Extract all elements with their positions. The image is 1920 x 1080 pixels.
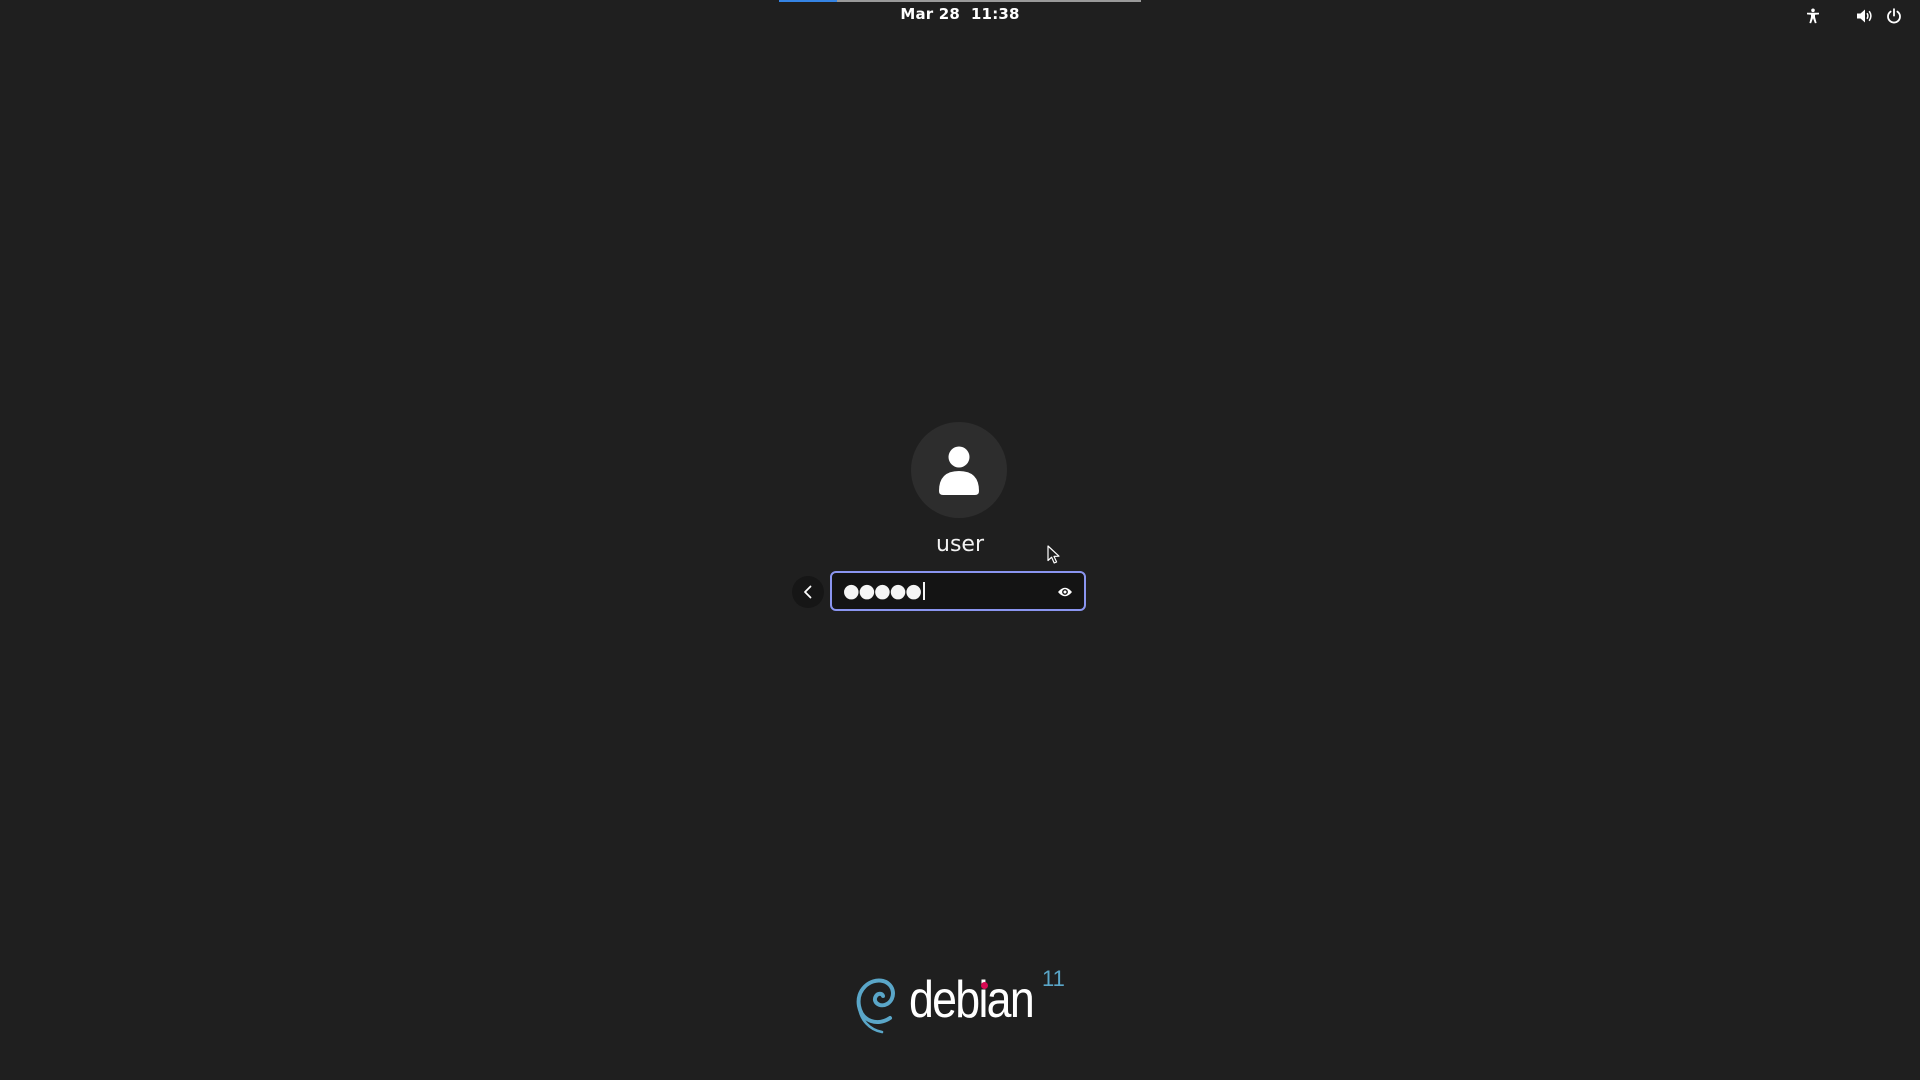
debian-logo: debian 11 xyxy=(850,966,1080,1036)
debian-version: 11 xyxy=(1042,966,1065,991)
clock: Mar 28 11:38 xyxy=(0,5,1920,23)
show-password-button[interactable] xyxy=(1056,583,1074,601)
volume-button[interactable] xyxy=(1855,6,1875,26)
mouse-pointer xyxy=(1047,545,1061,569)
accessibility-icon xyxy=(1807,8,1819,24)
debian-wordmark: debian xyxy=(909,971,1035,1029)
clock-button[interactable]: Mar 28 11:38 xyxy=(900,5,1019,23)
eye-icon xyxy=(1058,587,1072,597)
chevron-left-icon xyxy=(804,585,812,599)
username-label: user xyxy=(936,532,984,557)
power-icon xyxy=(1887,8,1901,24)
top-progress-bar xyxy=(779,0,1141,2)
clock-date: Mar 28 xyxy=(900,5,961,23)
accessibility-menu-button[interactable] xyxy=(1803,6,1823,26)
text-caret xyxy=(922,582,925,600)
top-progress-fill xyxy=(779,0,837,2)
debian-swirl-icon xyxy=(856,978,895,1034)
clock-time: 11:38 xyxy=(970,5,1020,23)
username-label-row: user xyxy=(0,532,1920,557)
debian-red-dot xyxy=(981,982,988,989)
back-button[interactable] xyxy=(792,576,824,608)
password-field[interactable]: ●●●●● xyxy=(830,571,1086,611)
avatar xyxy=(911,422,1007,518)
password-value: ●●●●● xyxy=(843,580,922,602)
user-avatar-icon xyxy=(939,446,979,495)
volume-icon xyxy=(1857,9,1872,23)
login-screen: Mar 28 11:38 user ●●●●● debian 11 xyxy=(0,0,1920,1080)
power-button[interactable] xyxy=(1884,6,1904,26)
pointer-arrow-icon xyxy=(1047,545,1060,564)
